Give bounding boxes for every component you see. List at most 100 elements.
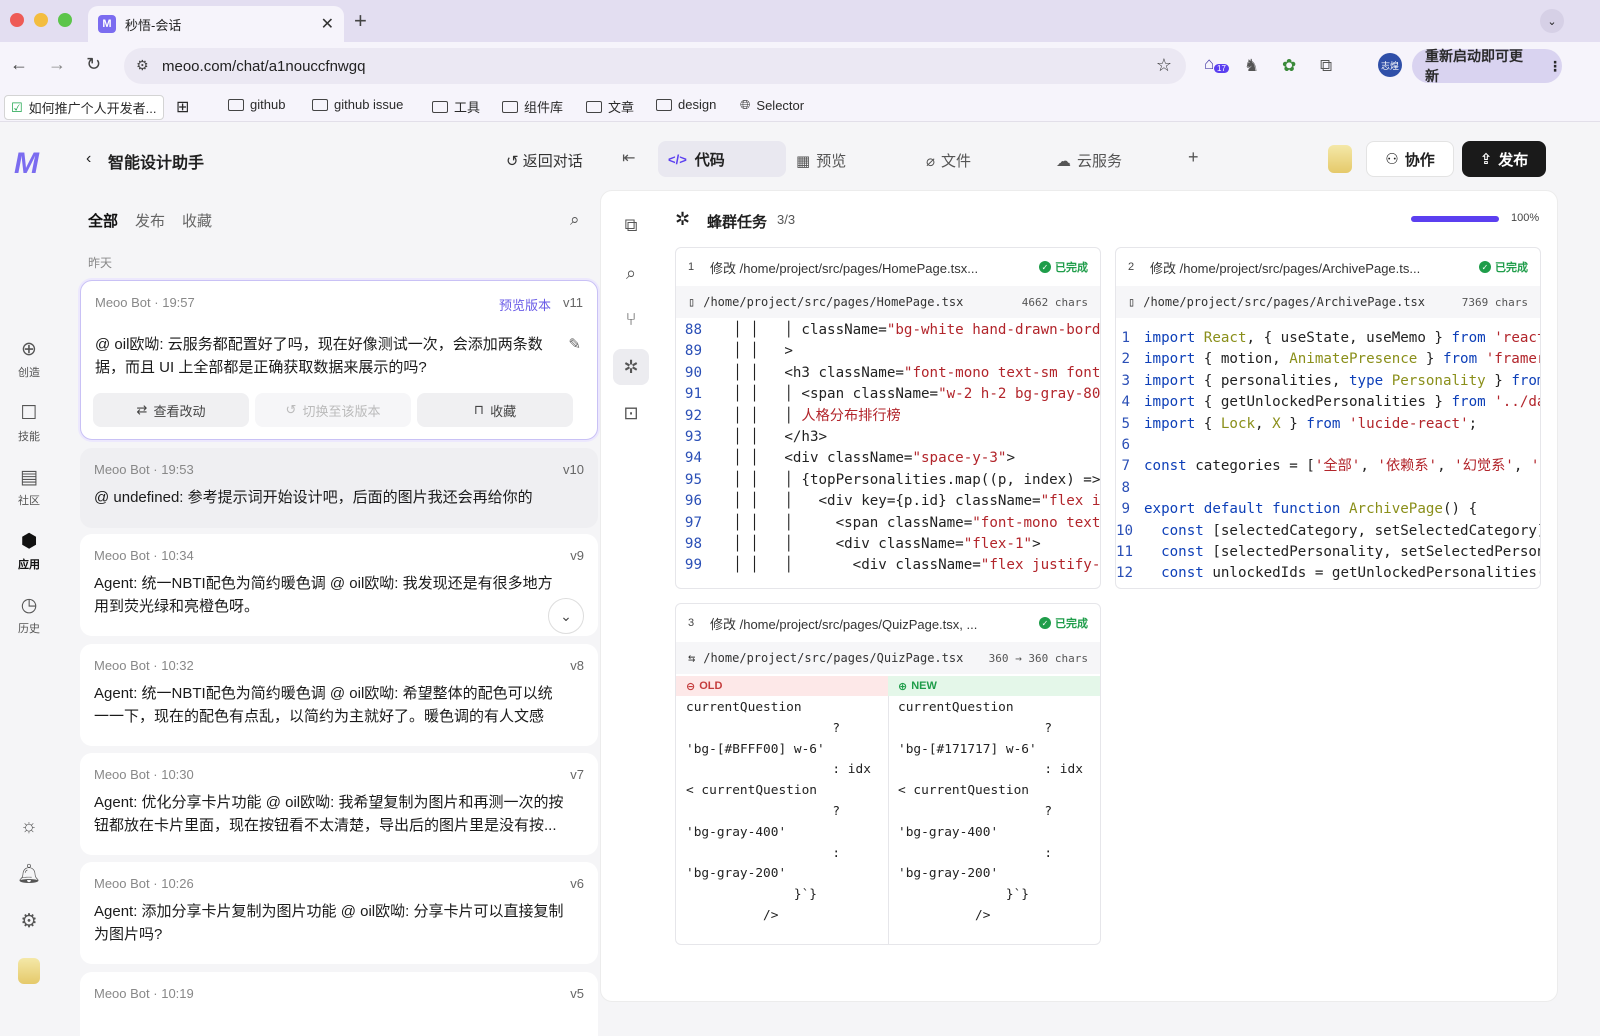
version-label: v6 [570, 876, 584, 891]
task-card[interactable]: 1 修改 /home/project/src/pages/HomePage.ts… [675, 247, 1101, 589]
bookmark-item[interactable]: github [228, 97, 285, 112]
bookmark-item[interactable]: 🌐︎ Selector [740, 97, 804, 113]
new-tab-icon[interactable]: + [354, 8, 367, 34]
check-icon: ✓ [1479, 261, 1491, 273]
notifications-button[interactable]: 🔔︎ [0, 862, 58, 889]
folder-icon [432, 100, 448, 113]
bookmark-item[interactable]: design [656, 97, 716, 112]
maximize-window-button[interactable] [58, 13, 72, 27]
message-card[interactable]: Meoo Bot · 10:34 v9 Agent: 统一NBTI配色为简约暖色… [80, 534, 598, 636]
version-label: v10 [563, 462, 584, 477]
favorite-button[interactable]: ⊓ 收藏 [417, 393, 573, 427]
diff-new-code: currentQuestion ? 'bg-[#171717] w-6' : i… [898, 700, 1083, 923]
bookmark-item[interactable]: 组件库 [502, 97, 563, 116]
collapse-panel-icon[interactable]: ⇤ [622, 148, 635, 168]
return-conversation-button[interactable]: ↺ 返回对话 [506, 150, 583, 171]
search-icon[interactable]: ⌕ [570, 210, 580, 230]
minimize-window-button[interactable] [34, 13, 48, 27]
browser-toolbar: ← → ↻ ⚙ meoo.com/chat/a1nouccfnwgq ☆ ⌂ 1… [0, 42, 1600, 90]
filter-tab-favorites[interactable]: 收藏 [182, 210, 212, 231]
collaborate-button[interactable]: ⚇ 协作 [1366, 141, 1454, 177]
check-icon: ✓ [1039, 261, 1051, 273]
task-header[interactable]: 1 修改 /home/project/src/pages/HomePage.ts… [676, 248, 1100, 286]
message-card[interactable]: Meoo Bot · 19:53 v10 @ undefined: 参考提示词开… [80, 448, 598, 528]
done-badge: ✓ 已完成 [1479, 259, 1528, 275]
profile-avatar[interactable]: 志煌 [1378, 53, 1402, 77]
browser-tab-bar: M 秒悟-会话 ✕ + ⌄ [0, 0, 1600, 42]
bookmark-item[interactable]: 文章 [586, 97, 634, 116]
bookmark-item[interactable]: github issue [312, 97, 403, 112]
bookmark-item[interactable]: 工具 [432, 97, 480, 116]
skill-icon: ☐ [20, 403, 38, 424]
site-settings-icon[interactable]: ⚙ [136, 57, 149, 74]
app-root: M ⊕ 创造 ☐ 技能 ▤ 社区 ⬢ 应用 ◷ 历史 ☼ 🔔︎ ⚙ ‹ 智能设计助手 ↺ … [0, 122, 1600, 1036]
tab-files[interactable]: ⌀ 文件 [926, 150, 971, 171]
git-compare-icon[interactable]: ⑂ [619, 309, 643, 330]
message-card[interactable]: Meoo Bot · 10:30 v7 Agent: 优化分享卡片功能 @ oi… [80, 753, 598, 855]
user-avatar[interactable] [18, 958, 40, 984]
rail-item-history[interactable]: ◷ 历史 [0, 594, 58, 636]
update-button[interactable]: 重新启动即可更新 ⋮ [1412, 48, 1562, 84]
version-label: v5 [570, 986, 584, 1001]
tab-cloud[interactable]: ☁ 云服务 [1056, 150, 1122, 171]
task-card[interactable]: 2 修改 /home/project/src/pages/ArchivePage… [1115, 247, 1541, 589]
avatar[interactable] [1328, 145, 1352, 173]
bot-icon[interactable]: ⊡ [619, 403, 643, 424]
copy-icon[interactable]: ⧉ [619, 215, 643, 236]
sun-icon: ☼ [20, 816, 38, 837]
theme-toggle[interactable]: ☼ [0, 816, 58, 841]
task-card[interactable]: 3 修改 /home/project/src/pages/QuizPage.ts… [675, 603, 1101, 945]
tab-code[interactable]: </> 代码 [658, 141, 786, 177]
extension-icon[interactable]: ✿ [1282, 56, 1296, 76]
chevron-left-icon[interactable]: ‹ [86, 150, 91, 168]
message-card[interactable]: Meoo Bot · 10:19 v5 [80, 972, 598, 1036]
swarm-icon[interactable]: ✲ [613, 349, 649, 385]
tab-preview[interactable]: ▦ 预览 [796, 150, 846, 171]
version-label: v7 [570, 767, 584, 782]
grid-icon: ▤ [20, 467, 38, 488]
view-changes-button[interactable]: ⇄ 查看改动 [93, 393, 249, 427]
page-title: 智能设计助手 [108, 155, 205, 172]
filter-tab-published[interactable]: 发布 [135, 210, 165, 231]
message-card[interactable]: Meoo Bot · 10:26 v6 Agent: 添加分享卡片复制为图片功能… [80, 862, 598, 964]
tab-search-chevron-icon[interactable]: ⌄ [1540, 9, 1564, 33]
task-header[interactable]: 2 修改 /home/project/src/pages/ArchivePage… [1116, 248, 1540, 286]
close-window-button[interactable] [10, 13, 24, 27]
address-bar[interactable]: ⚙ meoo.com/chat/a1nouccfnwgq ☆ [124, 48, 1186, 84]
back-icon[interactable]: ← [10, 54, 28, 75]
task-header[interactable]: 3 修改 /home/project/src/pages/QuizPage.ts… [676, 604, 1100, 642]
more-vertical-icon[interactable]: ⋮ [1548, 58, 1562, 75]
scroll-down-button[interactable]: ⌄ [548, 598, 584, 634]
message-card[interactable]: Meoo Bot · 19:57 预览版本 v11 @ oil欧呦: 云服务都配… [80, 280, 598, 440]
switch-version-button[interactable]: ↺ 切换至该版本 [255, 393, 411, 427]
done-badge: ✓ 已完成 [1039, 259, 1088, 275]
gear-icon: ⚙ [20, 911, 38, 932]
filter-tab-all[interactable]: 全部 [88, 210, 118, 231]
file-icon: ▯ [1128, 295, 1136, 309]
search-icon[interactable]: ⌕ [619, 263, 643, 284]
browser-tab[interactable]: M 秒悟-会话 ✕ [88, 6, 344, 42]
message-text: Agent: 统一NBTI配色为简约暖色调 @ oil欧呦: 希望整体的配色可以… [94, 685, 553, 725]
reload-icon[interactable]: ↻ [86, 54, 101, 75]
rail-item-community[interactable]: ▤ 社区 [0, 466, 58, 508]
forward-icon[interactable]: → [48, 54, 66, 75]
apps-grid-icon[interactable]: ⊞ [176, 97, 189, 117]
swarm-title: 蜂群任务 [707, 214, 768, 231]
chevron-down-icon: ⌄ [560, 607, 572, 624]
extension-icon[interactable]: ♞ [1244, 56, 1259, 76]
extension-icon[interactable]: ⌂ 17 [1204, 52, 1229, 78]
app-logo[interactable]: M [14, 147, 39, 181]
bookmark-star-icon[interactable]: ☆ [1156, 55, 1172, 76]
add-tab-icon[interactable]: + [1188, 147, 1199, 168]
close-tab-icon[interactable]: ✕ [321, 14, 334, 34]
bookmark-item[interactable]: ☑ 如何推广个人开发者... [4, 95, 164, 120]
rail-item-apps[interactable]: ⬢ 应用 [0, 530, 58, 572]
edit-icon[interactable]: ✎ [568, 335, 581, 353]
rail-item-create[interactable]: ⊕ 创造 [0, 338, 58, 380]
publish-button[interactable]: ⇪ 发布 [1462, 141, 1546, 177]
checkbox-icon: ☑ [11, 99, 23, 115]
settings-button[interactable]: ⚙ [0, 910, 58, 936]
message-card[interactable]: Meoo Bot · 10:32 v8 Agent: 统一NBTI配色为简约暖色… [80, 644, 598, 746]
rail-item-skills[interactable]: ☐ 技能 [0, 402, 58, 444]
puzzle-icon[interactable]: ⧉ [1320, 56, 1332, 76]
